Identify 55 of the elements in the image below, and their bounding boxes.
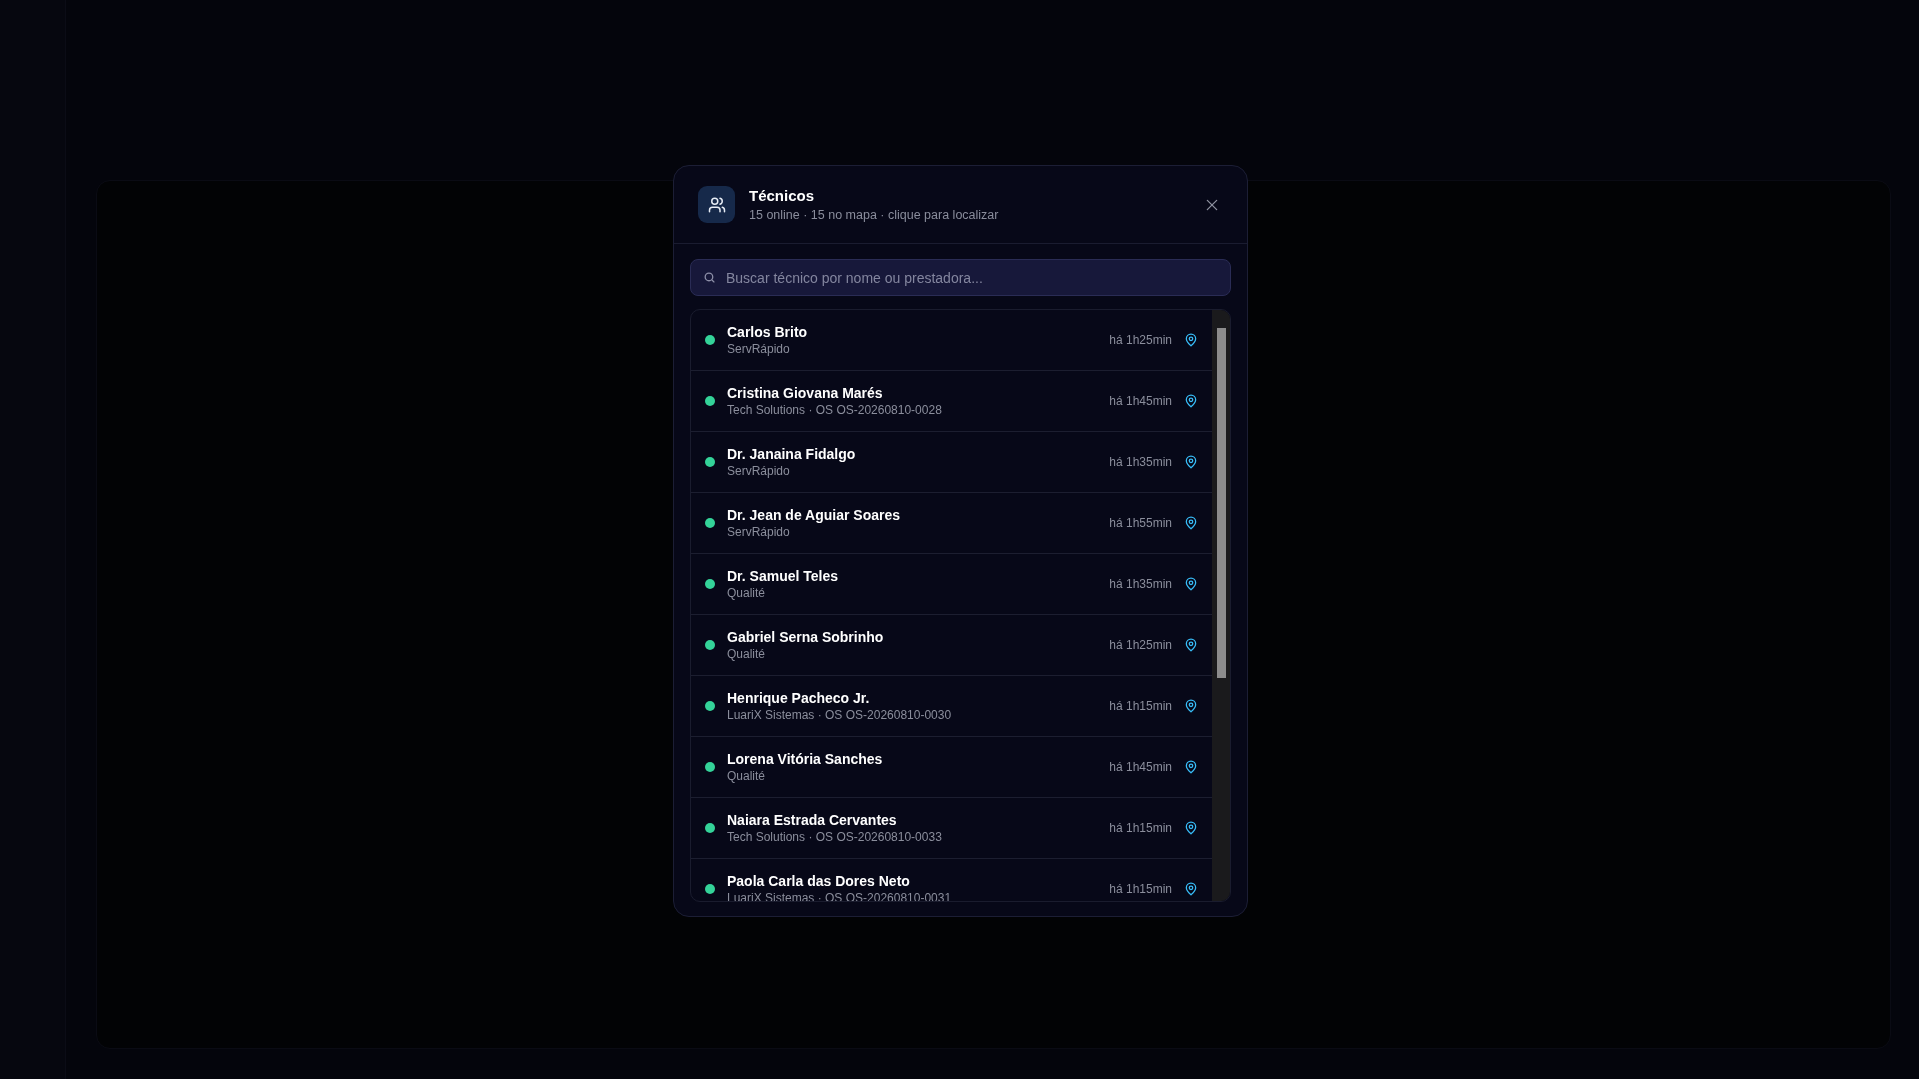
technician-item[interactable]: Dr. Jean de Aguiar Soares ServRápido há 1h55min	[691, 493, 1212, 554]
technician-detail: Qualité	[727, 647, 767, 661]
map-pin-icon	[1184, 332, 1198, 348]
technician-detail: Tech Solutions · OS OS-20260810-0028	[727, 403, 943, 417]
map-pin-icon	[1184, 820, 1198, 836]
map-pin-icon	[1184, 454, 1198, 470]
technician-name: Carlos Brito	[727, 324, 809, 340]
technician-item[interactable]: Dr. Janaina Fidalgo ServRápido há 1h35min	[691, 432, 1212, 493]
map-pin-icon	[1184, 637, 1198, 653]
last-seen: há 1h45min	[1109, 760, 1172, 774]
users-icon	[698, 186, 735, 223]
technician-item[interactable]: Naiara Estrada Cervantes Tech Solutions · OS OS-20260810-0033 há 1h15min	[691, 798, 1212, 859]
technician-name: Dr. Janaina Fidalgo	[727, 446, 857, 462]
technician-detail: Qualité	[727, 586, 767, 600]
last-seen: há 1h15min	[1109, 699, 1172, 713]
dialog-subtitle: 15 online · 15 no mapa · clique para localizar	[749, 208, 1000, 222]
technician-item[interactable]: Dr. Samuel Teles Qualité há 1h35min	[691, 554, 1212, 615]
dialog-title: Técnicos	[749, 187, 816, 204]
map-pin-icon	[1184, 698, 1198, 714]
technician-detail: ServRápido	[727, 464, 791, 478]
technician-detail: Tech Solutions · OS OS-20260810-0033	[727, 830, 943, 844]
map-pin-icon	[1184, 881, 1198, 897]
technician-name: Lorena Vitória Sanches	[727, 751, 884, 767]
technician-item[interactable]: Gabriel Serna Sobrinho Qualité há 1h25min	[691, 615, 1212, 676]
close-icon	[1205, 197, 1219, 212]
technician-detail: LuariX Sistemas · OS OS-20260810-0030	[727, 708, 953, 722]
last-seen: há 1h45min	[1109, 394, 1172, 408]
search-field[interactable]: Buscar técnico por nome ou prestadora...	[690, 259, 1231, 296]
technician-item[interactable]: Carlos Brito ServRápido há 1h25min	[691, 310, 1212, 371]
last-seen: há 1h35min	[1109, 455, 1172, 469]
technician-item[interactable]: Lorena Vitória Sanches Qualité há 1h45min	[691, 737, 1212, 798]
technician-name: Naiara Estrada Cervantes	[727, 812, 898, 828]
technician-item[interactable]: Henrique Pacheco Jr. LuariX Sistemas · OS OS-20260810-0030 há 1h15min	[691, 676, 1212, 737]
technician-name: Dr. Samuel Teles	[727, 568, 839, 584]
last-seen: há 1h15min	[1109, 821, 1172, 835]
map-pin-icon	[1184, 515, 1198, 531]
technician-detail: ServRápido	[727, 525, 791, 539]
technician-detail: Qualité	[727, 769, 767, 783]
map-pin-icon	[1184, 759, 1198, 775]
technician-name: Henrique Pacheco Jr.	[727, 690, 871, 706]
last-seen: há 1h25min	[1109, 638, 1172, 652]
technician-name: Dr. Jean de Aguiar Soares	[727, 507, 901, 523]
technician-name: Paola Carla das Dores Neto	[727, 873, 911, 889]
scrollbar[interactable]	[1212, 310, 1230, 901]
map-pin-icon	[1184, 393, 1198, 409]
map-pin-icon	[1184, 576, 1198, 592]
technician-detail: ServRápido	[727, 342, 791, 356]
technician-name: Gabriel Serna Sobrinho	[727, 629, 885, 645]
scrollbar-thumb[interactable]	[1216, 328, 1226, 678]
last-seen: há 1h25min	[1109, 333, 1172, 347]
last-seen: há 1h55min	[1109, 516, 1172, 530]
technician-name: Cristina Giovana Marés	[727, 385, 884, 401]
last-seen: há 1h35min	[1109, 577, 1172, 591]
technician-item[interactable]: Cristina Giovana Marés Tech Solutions · OS OS-20260810-0028 há 1h45min	[691, 371, 1212, 432]
last-seen: há 1h15min	[1109, 882, 1172, 896]
